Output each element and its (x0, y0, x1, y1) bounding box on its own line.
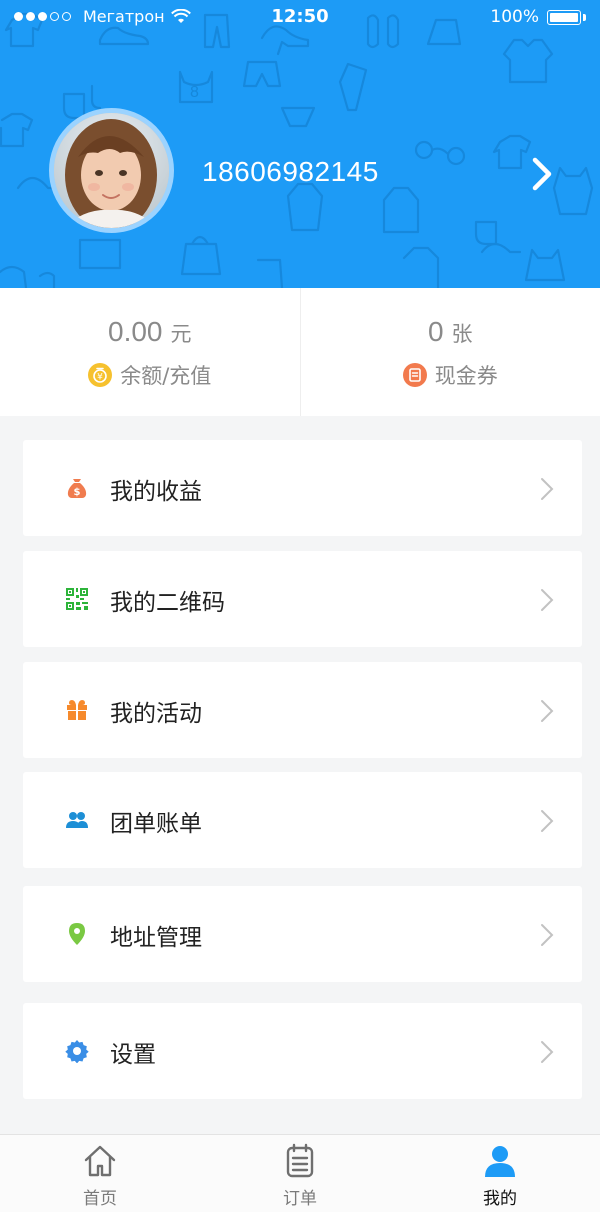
balance-value-row: 0.00 元 (0, 316, 300, 348)
menu-item-activities[interactable]: 我的活动 (23, 662, 582, 758)
gear-icon (65, 1040, 89, 1063)
coin-icon: ¥ (88, 363, 113, 387)
balance-label: 余额/充值 (120, 364, 212, 388)
coupon-value-row: 0张 (301, 316, 600, 348)
money-bag-icon: $ (67, 479, 87, 498)
balance-value: 0.00 (108, 316, 163, 347)
qr-code-icon (66, 588, 88, 610)
chevron-right-icon (541, 810, 554, 832)
user-icon (485, 1146, 515, 1177)
balance-unit: 元 (170, 323, 192, 346)
menu-label-activities: 我的活动 (110, 701, 202, 727)
clipboard-icon (286, 1143, 314, 1178)
coupon-stat[interactable]: 0张 现金券 (299, 288, 600, 416)
menu-label-group-bills: 团单账单 (110, 811, 202, 837)
tab-label-home: 首页 (83, 1189, 117, 1209)
account-stats: 0.00 元 ¥ 余额/充值 0张 现金券 (0, 288, 600, 416)
menu-label-qr-code: 我的二维码 (110, 590, 225, 616)
gift-icon (67, 700, 87, 720)
menu-label-address: 地址管理 (110, 925, 202, 951)
status-bar: Мегатрон 12:50 100% (0, 0, 600, 34)
status-right: 100% (490, 7, 586, 27)
menu-item-qr-code[interactable]: 我的二维码 (23, 551, 582, 647)
tab-label-mine: 我的 (483, 1189, 517, 1209)
home-icon (84, 1145, 116, 1177)
chevron-right-icon (541, 924, 554, 946)
chevron-right-icon (541, 1041, 554, 1063)
menu-label-settings: 设置 (110, 1042, 156, 1068)
coupon-value: 0 (427, 316, 444, 347)
menu-item-group-bills[interactable]: 团单账单 (23, 772, 582, 868)
battery-icon (547, 9, 581, 25)
coupon-label: 现金券 (434, 364, 498, 388)
phone-number[interactable]: 18606982145 (202, 156, 379, 188)
tab-home[interactable]: 首页 (0, 1135, 200, 1212)
group-icon (66, 812, 88, 828)
battery-percent: 100% (490, 7, 539, 27)
chevron-right-icon (541, 589, 554, 611)
coupon-unit: 张 (451, 323, 473, 346)
chevron-right-icon (541, 478, 554, 500)
menu-item-address[interactable]: 地址管理 (23, 886, 582, 982)
svg-text:¥: ¥ (97, 373, 103, 383)
chevron-right-icon (541, 700, 554, 722)
tab-label-orders: 订单 (283, 1189, 317, 1209)
menu-item-settings[interactable]: 设置 (23, 1003, 582, 1099)
coupon-label-row: 现金券 (301, 360, 600, 390)
menu-item-earnings[interactable]: $ 我的收益 (23, 440, 582, 536)
location-pin-icon (69, 923, 85, 945)
profile-header: 8 Мегатрон 12:50 100% 18606982145 (0, 0, 600, 288)
coupon-icon (402, 363, 427, 387)
svg-text:8: 8 (190, 84, 199, 101)
balance-label-row: ¥ 余额/充值 (0, 360, 300, 390)
tab-mine[interactable]: 我的 (400, 1135, 600, 1212)
avatar[interactable] (49, 108, 174, 233)
svg-text:$: $ (74, 487, 81, 498)
avatar-photo (54, 113, 169, 228)
tab-orders[interactable]: 订单 (200, 1135, 400, 1212)
chevron-right-icon[interactable] (528, 155, 558, 193)
tab-bar: 首页 订单 我的 (0, 1134, 600, 1212)
menu-label-earnings: 我的收益 (110, 479, 202, 505)
balance-stat[interactable]: 0.00 元 ¥ 余额/充值 (0, 288, 300, 416)
